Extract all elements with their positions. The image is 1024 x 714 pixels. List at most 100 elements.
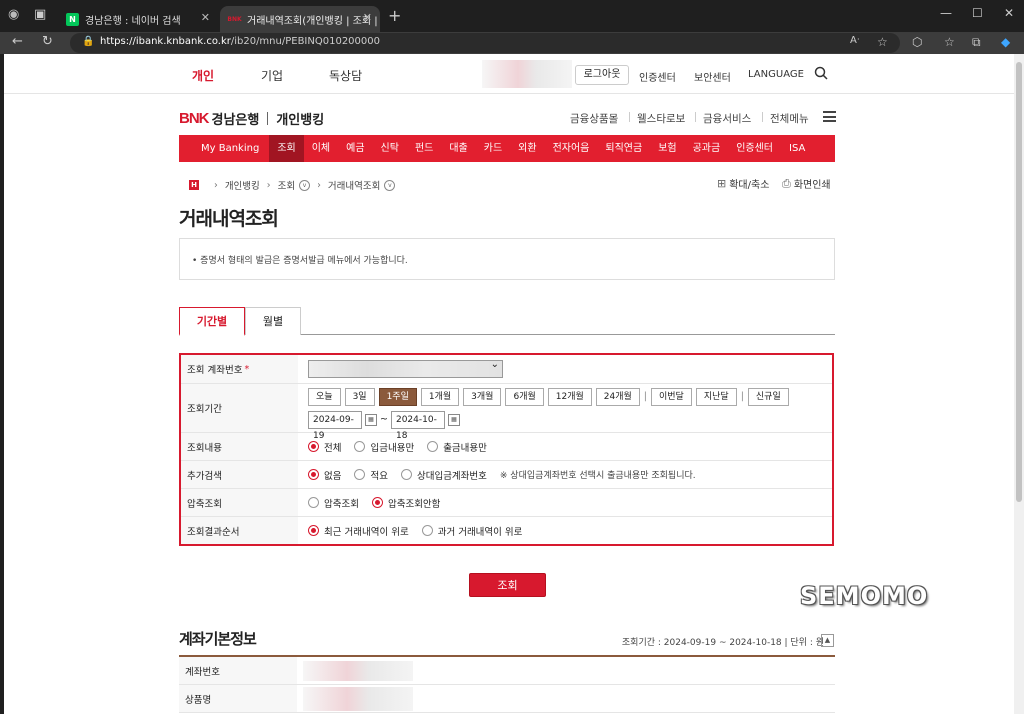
period-12month-button[interactable]: 12개월: [547, 387, 592, 406]
browser-tab-knbank[interactable]: BNK 거래내역조회(개인뱅킹 | 조회 | 거 ✕: [220, 6, 380, 32]
table-row: 상품명: [179, 685, 835, 713]
nav-e-bill[interactable]: 전자어음: [545, 135, 598, 162]
favorites-icon[interactable]: ☆: [944, 35, 955, 49]
page-viewport: 개인 기업 독상담 로그아웃 인증센터 보안센터 LANGUAGE BNK 경남…: [4, 54, 1014, 714]
tab-actions-icon[interactable]: ▣: [34, 7, 46, 22]
search-icon[interactable]: [814, 66, 828, 80]
nav-cert-center[interactable]: 인증센터: [728, 135, 781, 162]
nav-my-banking[interactable]: My Banking: [179, 135, 269, 162]
breadcrumb-personal[interactable]: 개인뱅킹: [225, 178, 260, 192]
reload-icon[interactable]: ↻: [42, 34, 53, 49]
radio-counter-account[interactable]: 상대입금계좌번호: [400, 468, 487, 482]
top-menu-services[interactable]: 금융서비스: [703, 111, 751, 126]
service-name: 개인뱅킹: [276, 113, 325, 128]
nav-pension[interactable]: 퇴직연금: [597, 135, 650, 162]
period-open-date-button[interactable]: 신규일: [747, 387, 789, 406]
favorite-star-icon[interactable]: ☆: [877, 35, 888, 49]
nav-trust[interactable]: 신탁: [373, 135, 407, 162]
extensions-icon[interactable]: ⬡: [912, 35, 922, 49]
copilot-icon[interactable]: ◆: [1001, 35, 1010, 49]
nav-insurance[interactable]: 보험: [650, 135, 684, 162]
nav-loan[interactable]: 대출: [441, 135, 475, 162]
breadcrumb: H › 개인뱅킹 › 조회 v › 거래내역조회 v: [189, 178, 396, 192]
nav-forex[interactable]: 외환: [510, 135, 544, 162]
radio-deposit-only[interactable]: 입금내용만: [354, 440, 414, 454]
bank-logo[interactable]: BNK 경남은행 개인뱅킹: [179, 109, 324, 128]
period-this-month-button[interactable]: 이번달: [651, 387, 692, 406]
language-link[interactable]: LANGUAGE: [748, 69, 804, 80]
hamburger-menu-icon[interactable]: [823, 111, 836, 122]
date-to-input[interactable]: 2024-10-18: [390, 410, 445, 441]
period-24month-button[interactable]: 24개월: [595, 387, 640, 406]
profile-icon[interactable]: ◉: [8, 7, 19, 22]
nav-public-fee[interactable]: 공과금: [685, 135, 729, 162]
nav-fund[interactable]: 펀드: [407, 135, 441, 162]
radio-none[interactable]: 없음: [308, 468, 341, 482]
inquiry-submit-button[interactable]: 조회: [469, 573, 546, 597]
collapse-toggle-icon[interactable]: ▲: [821, 634, 834, 647]
date-from-input[interactable]: 2024-09-19: [308, 410, 362, 441]
minimize-icon[interactable]: —: [940, 6, 952, 20]
gnb-corporate[interactable]: 기업: [261, 67, 283, 84]
home-icon[interactable]: H: [189, 180, 199, 190]
global-nav: 개인 기업 독상담 로그아웃 인증센터 보안센터 LANGUAGE: [4, 54, 1014, 94]
read-aloud-icon[interactable]: Aᐧ: [850, 35, 859, 46]
maximize-icon[interactable]: ☐: [972, 6, 983, 20]
period-last-month-button[interactable]: 지난달: [695, 387, 737, 406]
close-tab-icon[interactable]: ✕: [201, 11, 210, 24]
gnb-personal[interactable]: 개인: [192, 67, 214, 84]
nav-inquiry[interactable]: 조회: [269, 135, 304, 162]
account-select[interactable]: [308, 359, 503, 378]
masked-product-name: [303, 687, 413, 711]
period-3day-button[interactable]: 3일: [344, 387, 375, 406]
back-icon[interactable]: ←: [12, 34, 23, 49]
scrollbar-thumb[interactable]: [1016, 62, 1022, 502]
radio-memo[interactable]: 적요: [354, 468, 388, 482]
radio-all[interactable]: 전체: [308, 440, 341, 454]
new-tab-icon[interactable]: +: [388, 6, 401, 25]
print-button[interactable]: ⎙ 화면인쇄: [782, 176, 831, 192]
masked-account-number: [303, 661, 413, 681]
top-menu-products[interactable]: 금융상품몰: [570, 111, 618, 126]
chevron-down-icon[interactable]: v: [384, 179, 396, 191]
period-1week-button[interactable]: 1주일: [378, 387, 417, 406]
browser-tab-naver[interactable]: N 경남은행 : 네이버 검색 ✕: [58, 6, 218, 32]
zoom-button[interactable]: ⊞ 확대/축소: [717, 176, 769, 191]
radio-withdraw-only[interactable]: 출금내용만: [427, 440, 487, 454]
naver-favicon-icon: N: [66, 12, 79, 26]
nav-transfer[interactable]: 이체: [304, 135, 338, 162]
tab-by-period[interactable]: 기간별: [179, 307, 245, 336]
window-close-icon[interactable]: ✕: [1004, 6, 1014, 20]
calendar-icon[interactable]: ▦: [365, 413, 377, 426]
inquiry-form: 조회 계좌번호* 조회기간 오늘 3일 1주일 1개월 3개월 6개월 12개월…: [179, 353, 834, 546]
top-menu-robo[interactable]: 웰스타로보: [637, 111, 685, 126]
table-row: 계좌번호: [179, 657, 835, 685]
tab-by-month[interactable]: 월별: [245, 307, 301, 335]
nav-card[interactable]: 카드: [476, 135, 510, 162]
calendar-icon[interactable]: ▦: [447, 413, 460, 426]
breadcrumb-inquiry[interactable]: 조회: [278, 178, 295, 192]
period-today-button[interactable]: 오늘: [308, 387, 341, 406]
radio-compress[interactable]: 압축조회: [308, 496, 359, 510]
logout-button[interactable]: 로그아웃: [575, 65, 629, 85]
account-info-meta: 조회기간 : 2024-09-19 ~ 2024-10-18 | 단위 : 원: [621, 638, 824, 648]
security-center-link[interactable]: 보안센터: [694, 69, 731, 84]
breadcrumb-current[interactable]: 거래내역조회: [328, 178, 380, 192]
nav-isa[interactable]: ISA: [781, 135, 813, 162]
compress-row: 압축조회 압축조회 압축조회안함: [181, 489, 832, 517]
top-menu-all[interactable]: 전체메뉴: [770, 111, 809, 126]
radio-oldest-first[interactable]: 과거 거래내역이 위로: [421, 524, 522, 538]
cert-center-link[interactable]: 인증센터: [639, 69, 676, 84]
radio-recent-first[interactable]: 최근 거래내역이 위로: [308, 524, 409, 538]
chevron-down-icon[interactable]: v: [299, 179, 311, 191]
period-3month-button[interactable]: 3개월: [463, 387, 502, 406]
url-field[interactable]: 🔒 https://ibank.knbank.co.kr/ib20/mnu/PE…: [70, 33, 900, 53]
period-6month-button[interactable]: 6개월: [505, 387, 544, 406]
radio-no-compress[interactable]: 압축조회안함: [371, 496, 440, 510]
gnb-consult[interactable]: 독상담: [329, 67, 362, 84]
close-tab-icon[interactable]: ✕: [363, 11, 372, 24]
period-1month-button[interactable]: 1개월: [420, 387, 460, 406]
collections-icon[interactable]: ⧉: [972, 35, 981, 50]
notice-box: • 증명서 형태의 발급은 증명서발급 메뉴에서 가능합니다.: [179, 238, 835, 280]
nav-deposit[interactable]: 예금: [338, 135, 372, 162]
